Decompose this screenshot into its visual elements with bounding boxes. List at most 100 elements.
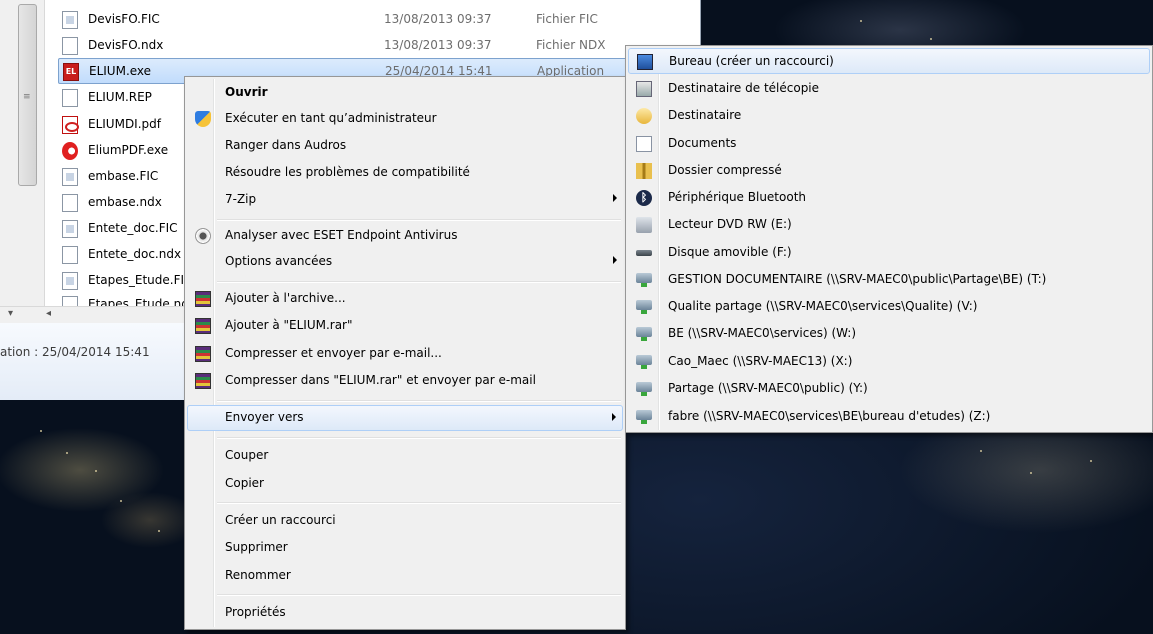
- menu-item-7zip[interactable]: 7-Zip: [187, 187, 623, 213]
- eset-icon: [195, 228, 211, 244]
- menu-item-open[interactable]: Ouvrir: [187, 80, 623, 106]
- menu-item-label: Destinataire: [668, 108, 742, 122]
- menu-item-add-to-elium-rar[interactable]: Ajouter à "ELIUM.rar": [187, 313, 623, 339]
- eliumpdf-app-icon: [62, 142, 78, 160]
- submenu-arrow-icon: [613, 194, 617, 202]
- city-light: [40, 430, 42, 432]
- city-light: [930, 38, 932, 40]
- vertical-scrollbar[interactable]: ≡: [0, 0, 45, 322]
- submenu-arrow-icon: [612, 413, 616, 421]
- file-name: embase.ndx: [88, 195, 162, 209]
- scroll-down-icon[interactable]: ▾: [8, 308, 13, 319]
- fic-file-icon: [62, 11, 78, 29]
- fic-file-icon: [62, 220, 78, 238]
- menu-item-label: Exécuter en tant qu’administrateur: [225, 111, 437, 125]
- send-to-drive-t[interactable]: GESTION DOCUMENTAIRE (\\SRV-MAEC0\public…: [628, 267, 1150, 293]
- send-to-removable[interactable]: Disque amovible (F:): [628, 240, 1150, 266]
- menu-item-label: Analyser avec ESET Endpoint Antivirus: [225, 228, 458, 242]
- file-name: DevisFO.FIC: [88, 12, 160, 26]
- mail-recipient-icon: [636, 108, 652, 124]
- file-date: 13/08/2013 09:37: [384, 38, 492, 52]
- menu-item-compress-rar-email[interactable]: Compresser dans "ELIUM.rar" et envoyer p…: [187, 368, 623, 394]
- menu-item-label: Options avancées: [225, 254, 333, 268]
- menu-item-label: fabre (\\SRV-MAEC0\services\BE\bureau d'…: [668, 409, 991, 423]
- menu-separator: [217, 437, 621, 439]
- menu-item-send-to[interactable]: Envoyer vers: [187, 405, 623, 431]
- horizontal-scrollbar[interactable]: ▾ ◂: [0, 306, 200, 324]
- city-light: [158, 530, 160, 532]
- menu-item-label: Résoudre les problèmes de compatibilité: [225, 165, 470, 179]
- menu-item-label: Dossier compressé: [668, 163, 782, 177]
- menu-item-copy[interactable]: Copier: [187, 471, 623, 497]
- file-row[interactable]: DevisFO.ndx 13/08/2013 09:37 Fichier NDX: [58, 33, 698, 59]
- send-to-bluetooth[interactable]: ᛒ Périphérique Bluetooth: [628, 185, 1150, 211]
- documents-icon: [636, 136, 652, 152]
- network-drive-icon: [636, 410, 652, 424]
- blank-file-icon: [62, 194, 78, 212]
- menu-item-audros[interactable]: Ranger dans Audros: [187, 133, 623, 159]
- pdf-file-icon: [62, 116, 79, 134]
- send-to-documents[interactable]: Documents: [628, 131, 1150, 157]
- scroll-left-icon[interactable]: ◂: [46, 308, 51, 319]
- send-to-fax[interactable]: Destinataire de télécopie: [628, 76, 1150, 102]
- menu-item-properties[interactable]: Propriétés: [187, 600, 623, 626]
- uac-shield-icon: [195, 111, 211, 127]
- network-drive-icon: [636, 382, 652, 396]
- send-to-dvd[interactable]: Lecteur DVD RW (E:): [628, 212, 1150, 238]
- file-name: EliumPDF.exe: [88, 143, 169, 157]
- menu-item-label: Couper: [225, 448, 269, 462]
- send-to-drive-v[interactable]: Qualite partage (\\SRV-MAEC0\services\Qu…: [628, 294, 1150, 320]
- file-name: Entete_doc.ndx: [88, 247, 182, 261]
- menu-item-label: Lecteur DVD RW (E:): [668, 217, 792, 231]
- winrar-icon: [195, 318, 211, 334]
- send-to-drive-y[interactable]: Partage (\\SRV-MAEC0\public) (Y:): [628, 376, 1150, 402]
- city-light: [95, 470, 97, 472]
- city-light: [860, 20, 862, 22]
- menu-separator: [217, 219, 621, 221]
- removable-disk-icon: [636, 250, 652, 256]
- menu-item-compatibility[interactable]: Résoudre les problèmes de compatibilité: [187, 160, 623, 186]
- send-to-drive-x[interactable]: Cao_Maec (\\SRV-MAEC13) (X:): [628, 349, 1150, 375]
- file-name: DevisFO.ndx: [88, 38, 164, 52]
- menu-item-run-as-admin[interactable]: Exécuter en tant qu’administrateur: [187, 106, 623, 132]
- details-date-text: ation : 25/04/2014 15:41: [0, 345, 150, 359]
- menu-item-label: Disque amovible (F:): [668, 245, 792, 259]
- menu-item-create-shortcut[interactable]: Créer un raccourci: [187, 508, 623, 534]
- submenu-arrow-icon: [613, 256, 617, 264]
- send-to-desktop[interactable]: Bureau (créer un raccourci): [628, 48, 1150, 74]
- file-date: 13/08/2013 09:37: [384, 12, 492, 26]
- network-drive-icon: [636, 327, 652, 341]
- network-drive-icon: [636, 355, 652, 369]
- menu-item-rename[interactable]: Renommer: [187, 563, 623, 589]
- blank-file-icon: [62, 246, 78, 264]
- city-light: [120, 500, 122, 502]
- fic-file-icon: [62, 168, 78, 186]
- send-to-drive-w[interactable]: BE (\\SRV-MAEC0\services) (W:): [628, 321, 1150, 347]
- menu-item-label: Ajouter à "ELIUM.rar": [225, 318, 353, 332]
- menu-item-cut[interactable]: Couper: [187, 443, 623, 469]
- menu-item-add-to-archive[interactable]: Ajouter à l'archive...: [187, 286, 623, 312]
- send-to-drive-z[interactable]: fabre (\\SRV-MAEC0\services\BE\bureau d'…: [628, 404, 1150, 430]
- fic-file-icon: [62, 272, 78, 290]
- send-to-submenu: Bureau (créer un raccourci) Destinataire…: [625, 45, 1153, 433]
- menu-item-label: Cao_Maec (\\SRV-MAEC13) (X:): [668, 354, 853, 368]
- menu-item-advanced-options[interactable]: Options avancées: [187, 249, 623, 275]
- file-row[interactable]: DevisFO.FIC 13/08/2013 09:37 Fichier FIC: [58, 7, 698, 33]
- menu-item-delete[interactable]: Supprimer: [187, 535, 623, 561]
- menu-item-label: Partage (\\SRV-MAEC0\public) (Y:): [668, 381, 868, 395]
- menu-item-label: Envoyer vers: [225, 410, 304, 424]
- menu-item-label: GESTION DOCUMENTAIRE (\\SRV-MAEC0\public…: [668, 272, 1047, 286]
- menu-item-compress-email[interactable]: Compresser et envoyer par e-mail...: [187, 341, 623, 367]
- send-to-mail-recipient[interactable]: Destinataire: [628, 103, 1150, 129]
- menu-item-label: Qualite partage (\\SRV-MAEC0\services\Qu…: [668, 299, 978, 313]
- menu-item-label: Compresser dans "ELIUM.rar" et envoyer p…: [225, 373, 536, 387]
- zip-folder-icon: [636, 163, 652, 179]
- menu-item-label: BE (\\SRV-MAEC0\services) (W:): [668, 326, 857, 340]
- city-light: [980, 450, 982, 452]
- send-to-zip[interactable]: Dossier compressé: [628, 158, 1150, 184]
- network-drive-icon: [636, 273, 652, 287]
- menu-item-label: Documents: [668, 136, 737, 150]
- network-drive-icon: [636, 300, 652, 314]
- menu-separator: [217, 400, 621, 402]
- menu-item-eset-scan[interactable]: Analyser avec ESET Endpoint Antivirus: [187, 223, 623, 249]
